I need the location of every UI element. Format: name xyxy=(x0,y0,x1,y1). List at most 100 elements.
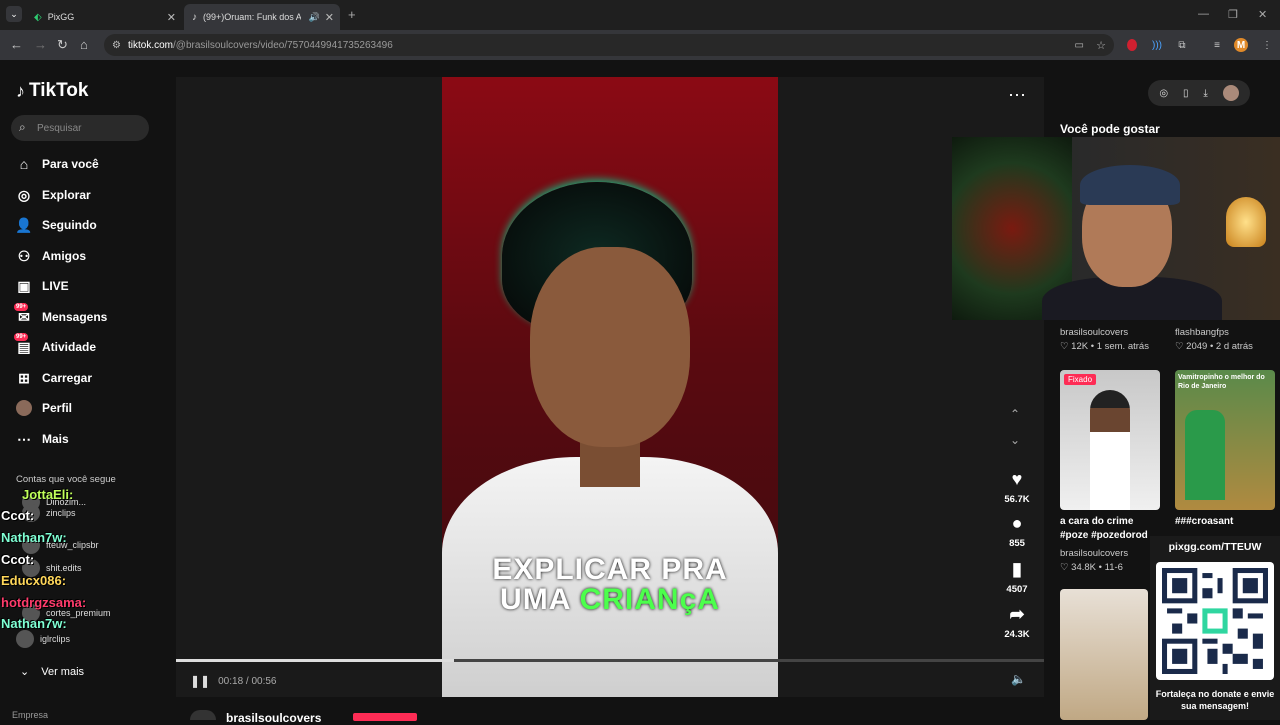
sidebar-item-mensagens[interactable]: ✉ 99+ Mensagens xyxy=(14,303,107,325)
back-icon[interactable]: ← xyxy=(10,37,23,52)
video-thumbnail[interactable] xyxy=(1060,589,1148,720)
restore-icon[interactable]: ❐ xyxy=(1228,8,1238,21)
tab-tiktok[interactable]: ♪ (99+)Oruam: Funk dos Anos... 🔊 ✕ xyxy=(184,4,340,30)
forward-icon[interactable]: → xyxy=(34,37,47,52)
tiktok-page: ♪ TikTok ⌕ Pesquisar ⌂ Para você ◎ Explo… xyxy=(0,60,1280,725)
tab-title: PixGG xyxy=(47,12,75,22)
video-frame[interactable]: EXPLICAR PRA UMA CRIANçA xyxy=(442,77,778,697)
sidebar-item-perfil[interactable]: Perfil xyxy=(16,400,72,416)
sidebar-item-para-voce[interactable]: ⌂ Para você xyxy=(16,156,99,172)
streamer-cap xyxy=(1080,165,1180,205)
home-icon[interactable]: ⌂ xyxy=(80,37,88,52)
tiktok-logo[interactable]: ♪ TikTok xyxy=(16,80,88,102)
next-video-icon[interactable]: ⌄ xyxy=(1010,433,1020,447)
video-caption-line1: EXPLICAR PRA xyxy=(492,553,728,586)
url-path: /@brasilsoulcovers/video/757044994173526… xyxy=(173,39,393,51)
card-stats: ♡ 2049 • 2 d atrás xyxy=(1175,341,1253,352)
video-thumbnail[interactable]: Vamitropinho o melhor do Rio de Janeiro xyxy=(1175,370,1275,510)
more-options-icon[interactable]: ⋯ xyxy=(1008,85,1026,106)
comment-button[interactable]: ● 855 xyxy=(996,513,1038,549)
card-likes: 34.8K xyxy=(1071,562,1096,573)
activity-icon: ▤ 99+ xyxy=(14,333,31,355)
sidebar-item-explorar[interactable]: ◎ Explorar xyxy=(16,187,91,203)
chat-message: JottaEli: xyxy=(22,487,74,502)
bookmark-button[interactable]: ▮ 4507 xyxy=(996,559,1038,595)
reload-icon[interactable]: ↻ xyxy=(57,37,68,53)
logo-text: TikTok xyxy=(29,80,89,101)
following-account[interactable]: iglrclips xyxy=(16,630,70,648)
volume-icon[interactable]: 🔈 xyxy=(1011,672,1026,686)
more-icon: ⋯ xyxy=(17,430,31,447)
see-more-button[interactable]: ⌄ Ver mais xyxy=(20,665,84,679)
close-window-icon[interactable]: ✕ xyxy=(1258,8,1267,21)
share-icon: ➦ xyxy=(1009,604,1025,624)
sidebar-item-atividade[interactable]: ▤ 99+ Atividade xyxy=(14,333,96,355)
home-icon: ⌂ xyxy=(19,156,29,172)
top-actions: ◎ ▯ ⤓ xyxy=(1148,80,1250,106)
like-button[interactable]: ♥ 56.7K xyxy=(996,469,1038,505)
card-author[interactable]: brasilsoulcovers xyxy=(1060,548,1128,559)
live-icon: ▣ xyxy=(17,277,31,294)
compass-icon[interactable]: ◎ xyxy=(1159,88,1168,99)
card-author[interactable]: flashbangfps xyxy=(1175,327,1229,338)
author-avatar[interactable] xyxy=(190,710,216,720)
card-title[interactable]: a cara do crime #poze #pozedorod xyxy=(1060,515,1152,543)
pause-icon[interactable]: ❚❚ xyxy=(190,674,210,688)
recommendations-title: Você pode gostar xyxy=(1060,122,1160,136)
close-tab-icon[interactable]: ✕ xyxy=(325,11,334,24)
chevron-down-icon: ⌄ xyxy=(20,666,30,678)
avatar[interactable] xyxy=(1222,85,1239,101)
video-player[interactable]: EXPLICAR PRA UMA CRIANçA ⋯ ⌃ ⌄ ♥ 56.7K ●… xyxy=(176,77,1044,697)
heart-outline-icon: ♡ xyxy=(1060,341,1069,352)
tab-search-icon[interactable]: ⌄ xyxy=(6,6,22,22)
close-tab-icon[interactable]: ✕ xyxy=(167,11,176,24)
video-thumbnail[interactable]: Fixado xyxy=(1060,370,1160,510)
new-tab-button[interactable]: + xyxy=(348,7,356,22)
chat-message: hotdrgzsama: xyxy=(1,595,87,610)
audio-playing-icon[interactable]: 🔊 xyxy=(309,12,320,23)
chat-message: Educx086: xyxy=(1,573,67,588)
footer-link[interactable]: Empresa xyxy=(12,710,48,720)
download-icon[interactable]: ⤓ xyxy=(1203,88,1207,99)
extensions-puzzle-icon[interactable]: ⧉ xyxy=(1175,38,1189,52)
media-control-icon[interactable]: ≡ xyxy=(1210,38,1224,52)
previous-video-icon[interactable]: ⌃ xyxy=(1010,407,1020,421)
following-icon: 👤 xyxy=(15,216,33,233)
sidebar-item-live[interactable]: ▣ LIVE xyxy=(16,277,68,294)
menu-kebab-icon[interactable]: ⋮ xyxy=(1260,38,1274,52)
heart-icon: ♥ xyxy=(1011,469,1023,489)
share-button[interactable]: ➦ 24.3K xyxy=(996,604,1038,640)
site-info-icon[interactable]: ⚙ xyxy=(112,40,121,51)
friends-icon: ⚇ xyxy=(17,247,31,264)
tab-pixgg[interactable]: ⬖ PixGG ✕ xyxy=(26,4,182,30)
card-age: 1 sem. atrás xyxy=(1096,341,1149,352)
url-bar[interactable]: ⚙ tiktok.com/@brasilsoulcovers/video/757… xyxy=(104,34,1114,56)
tab-title: (99+)Oruam: Funk dos Anos... xyxy=(203,12,301,22)
search-placeholder: Pesquisar xyxy=(37,122,82,134)
bookmark-star-icon[interactable]: ☆ xyxy=(1096,39,1106,52)
sidebar-item-label: Para você xyxy=(42,157,99,171)
device-icon[interactable]: ▯ xyxy=(1183,88,1189,99)
account-name: iglrclips xyxy=(40,634,71,644)
streamer-webcam xyxy=(952,137,1280,320)
caption-highlight: CRIANçA xyxy=(579,583,720,616)
extension-red-icon[interactable] xyxy=(1127,39,1137,51)
heart-outline-icon: ♡ xyxy=(1175,341,1184,352)
profile-avatar[interactable]: M xyxy=(1234,38,1248,52)
donation-message: Fortaleça no donate e envie sua mensagem… xyxy=(1155,689,1275,711)
sidebar-item-carregar[interactable]: ⊞ Carregar xyxy=(16,370,92,386)
card-title[interactable]: ###croasant xyxy=(1175,515,1233,529)
progress-bar[interactable] xyxy=(176,659,1044,662)
minimize-icon[interactable]: — xyxy=(1198,8,1209,20)
sidebar-item-mais[interactable]: ⋯ Mais xyxy=(16,431,69,447)
install-app-icon[interactable]: ▭ xyxy=(1075,40,1084,51)
search-input[interactable]: ⌕ Pesquisar xyxy=(11,115,149,141)
extension-audio-icon[interactable]: ))) xyxy=(1150,38,1164,52)
card-author[interactable]: brasilsoulcovers xyxy=(1060,327,1128,338)
sidebar-item-amigos[interactable]: ⚇ Amigos xyxy=(16,248,86,264)
sidebar-item-label: Explorar xyxy=(42,188,91,202)
thumb-overlay-text: Vamitropinho o melhor do Rio de Janeiro xyxy=(1178,374,1265,390)
sidebar-item-seguindo[interactable]: 👤 Seguindo xyxy=(15,216,96,233)
card-stats: ♡ 12K • 1 sem. atrás xyxy=(1060,341,1149,352)
author-name[interactable]: brasilsoulcovers xyxy=(226,711,321,725)
